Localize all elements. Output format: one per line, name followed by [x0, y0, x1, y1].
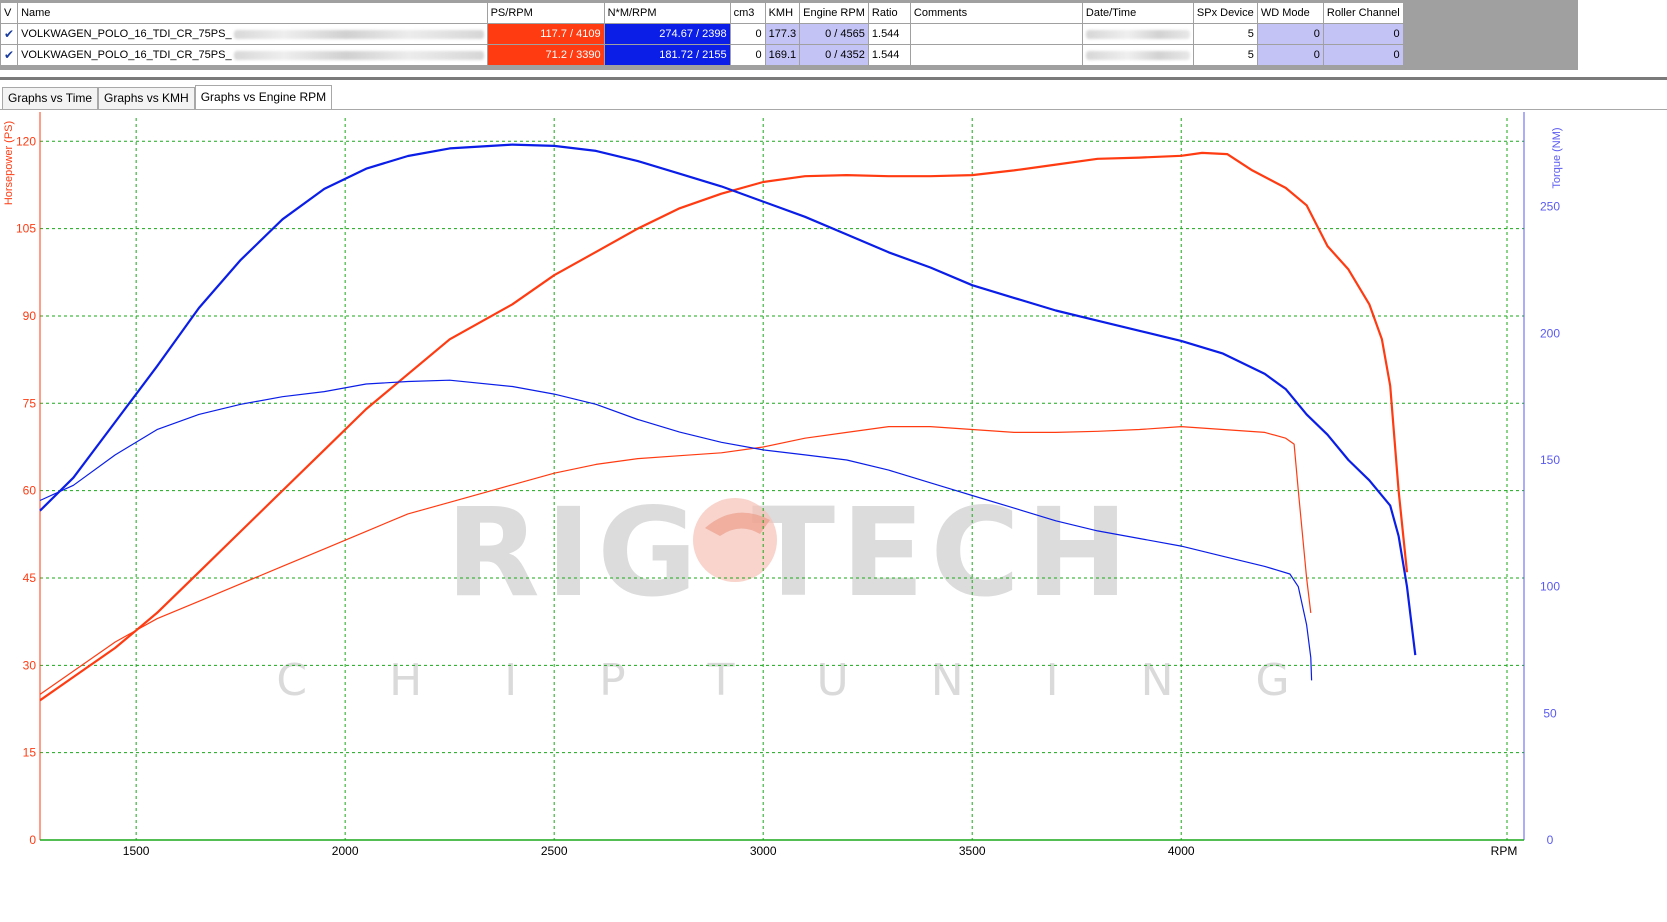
y-left-tick-label: 30 [23, 658, 37, 672]
y-left-tick-label: 90 [23, 309, 37, 323]
col-comments-header[interactable]: Comments [909, 2, 1083, 24]
row-spx: 5 [1192, 44, 1258, 66]
y-axis-left-label: Horsepower (PS) [3, 121, 15, 205]
x-tick-label: 3000 [750, 844, 777, 858]
row-checkbox[interactable]: ✔ [0, 23, 19, 45]
col-nm-header[interactable]: N*M/RPM [603, 2, 731, 24]
y-axis-right-label: Torque (NM) [1551, 127, 1563, 188]
row-date [1081, 44, 1194, 66]
col-cm3-header[interactable]: cm3 [729, 2, 766, 24]
graph-tabs: Graphs vs Time Graphs vs KMH Graphs vs E… [2, 85, 333, 109]
y-left-tick-label: 15 [23, 746, 37, 760]
checkmark-icon: ✔ [4, 48, 15, 62]
row-nm: 181.72 / 2155 [603, 44, 731, 66]
col-v-header[interactable]: V [0, 2, 19, 24]
row-date [1081, 23, 1194, 45]
row-name-text: VOLKWAGEN_POLO_16_TDI_CR_75PS_ [21, 28, 232, 40]
checkmark-icon: ✔ [4, 27, 15, 41]
eagle-logo-icon [693, 498, 777, 582]
redacted-suffix [233, 50, 484, 60]
row-comments[interactable] [909, 23, 1083, 45]
row-name: VOLKWAGEN_POLO_16_TDI_CR_75PS_ [17, 23, 488, 45]
row-wd: 0 [1256, 44, 1324, 66]
row-comments[interactable] [909, 44, 1083, 66]
col-date-header[interactable]: Date/Time [1081, 2, 1194, 24]
tab-graphs-vs-engine-rpm[interactable]: Graphs vs Engine RPM [194, 85, 333, 109]
y-right-tick-label: 150 [1540, 453, 1560, 467]
row-cm3: 0 [729, 23, 766, 45]
row-wd: 0 [1256, 23, 1324, 45]
row-engine-rpm: 0 / 4352 [799, 44, 869, 66]
row-engine-rpm: 0 / 4565 [799, 23, 869, 45]
y-left-tick-label: 0 [29, 833, 36, 847]
col-name-header[interactable]: Name [17, 2, 488, 24]
y-right-tick-label: 200 [1540, 326, 1560, 340]
row-spx: 5 [1192, 23, 1258, 45]
x-tick-label: 4000 [1168, 844, 1195, 858]
row-ps: 117.7 / 4109 [486, 23, 605, 45]
tab-graphs-vs-kmh[interactable]: Graphs vs KMH [98, 87, 195, 109]
redacted-date [1085, 50, 1190, 60]
row-roller: 0 [1322, 23, 1404, 45]
row-cm3: 0 [729, 44, 766, 66]
y-right-tick-label: 100 [1540, 580, 1560, 594]
col-kmh-header[interactable]: KMH [764, 2, 801, 24]
y-right-tick-label: 0 [1547, 833, 1554, 847]
watermark-sub: C H I P T U N I N G [276, 655, 1323, 706]
x-tick-label: 1500 [123, 844, 150, 858]
panel-splitter[interactable] [0, 77, 1667, 80]
y-right-tick-label: 50 [1543, 706, 1557, 720]
row-ratio: 1.544 [867, 23, 911, 45]
dyno-chart[interactable]: RIG TECH C H I P T U N I N G 1500 2000 250… [0, 110, 1667, 922]
y-left-tick-label: 45 [23, 571, 37, 585]
col-wd-header[interactable]: WD Mode [1256, 2, 1324, 24]
row-kmh: 177.3 [764, 23, 801, 45]
y-left-tick-label: 75 [23, 396, 37, 410]
table-header: V Name PS/RPM N*M/RPM cm3 KMH Engine RPM… [0, 2, 1404, 24]
x-axis-label: RPM [1491, 844, 1518, 858]
row-name: VOLKWAGEN_POLO_16_TDI_CR_75PS_ [17, 44, 488, 66]
y-right-tick-label: 250 [1540, 200, 1560, 214]
col-roller-header[interactable]: Roller Channel [1322, 2, 1404, 24]
col-spx-header[interactable]: SPx Device [1192, 2, 1258, 24]
y-left-tick-label: 60 [23, 484, 37, 498]
x-tick-label: 3500 [959, 844, 986, 858]
row-nm: 274.67 / 2398 [603, 23, 731, 45]
col-ratio-header[interactable]: Ratio [867, 2, 911, 24]
chart-axes [39, 112, 1525, 841]
y-left-tick-label: 120 [16, 134, 36, 148]
runs-grid-panel: V Name PS/RPM N*M/RPM cm3 KMH Engine RPM… [0, 0, 1667, 73]
redacted-suffix [233, 29, 484, 39]
watermark-brand: RIG TECH [446, 482, 1134, 624]
table-row[interactable]: ✔ VOLKWAGEN_POLO_16_TDI_CR_75PS_ 117.7 /… [0, 23, 1404, 45]
redacted-date [1085, 29, 1190, 39]
x-tick-label: 2000 [332, 844, 359, 858]
chart-grid [40, 118, 1524, 840]
runs-table: V Name PS/RPM N*M/RPM cm3 KMH Engine RPM… [0, 2, 1404, 66]
y-left-tick-label: 105 [16, 222, 36, 236]
row-kmh: 169.1 [764, 44, 801, 66]
tab-graphs-vs-time[interactable]: Graphs vs Time [2, 87, 99, 109]
x-tick-label: 2500 [541, 844, 568, 858]
row-ps: 71.2 / 3390 [486, 44, 605, 66]
col-rpm-header[interactable]: Engine RPM [799, 2, 869, 24]
col-ps-header[interactable]: PS/RPM [486, 2, 605, 24]
row-checkbox[interactable]: ✔ [0, 44, 19, 66]
table-row[interactable]: ✔ VOLKWAGEN_POLO_16_TDI_CR_75PS_ 71.2 / … [0, 44, 1404, 66]
row-ratio: 1.544 [867, 44, 911, 66]
row-roller: 0 [1322, 44, 1404, 66]
row-name-text: VOLKWAGEN_POLO_16_TDI_CR_75PS_ [21, 49, 232, 61]
watermark: RIG TECH C H I P T U N I N G [276, 482, 1323, 706]
